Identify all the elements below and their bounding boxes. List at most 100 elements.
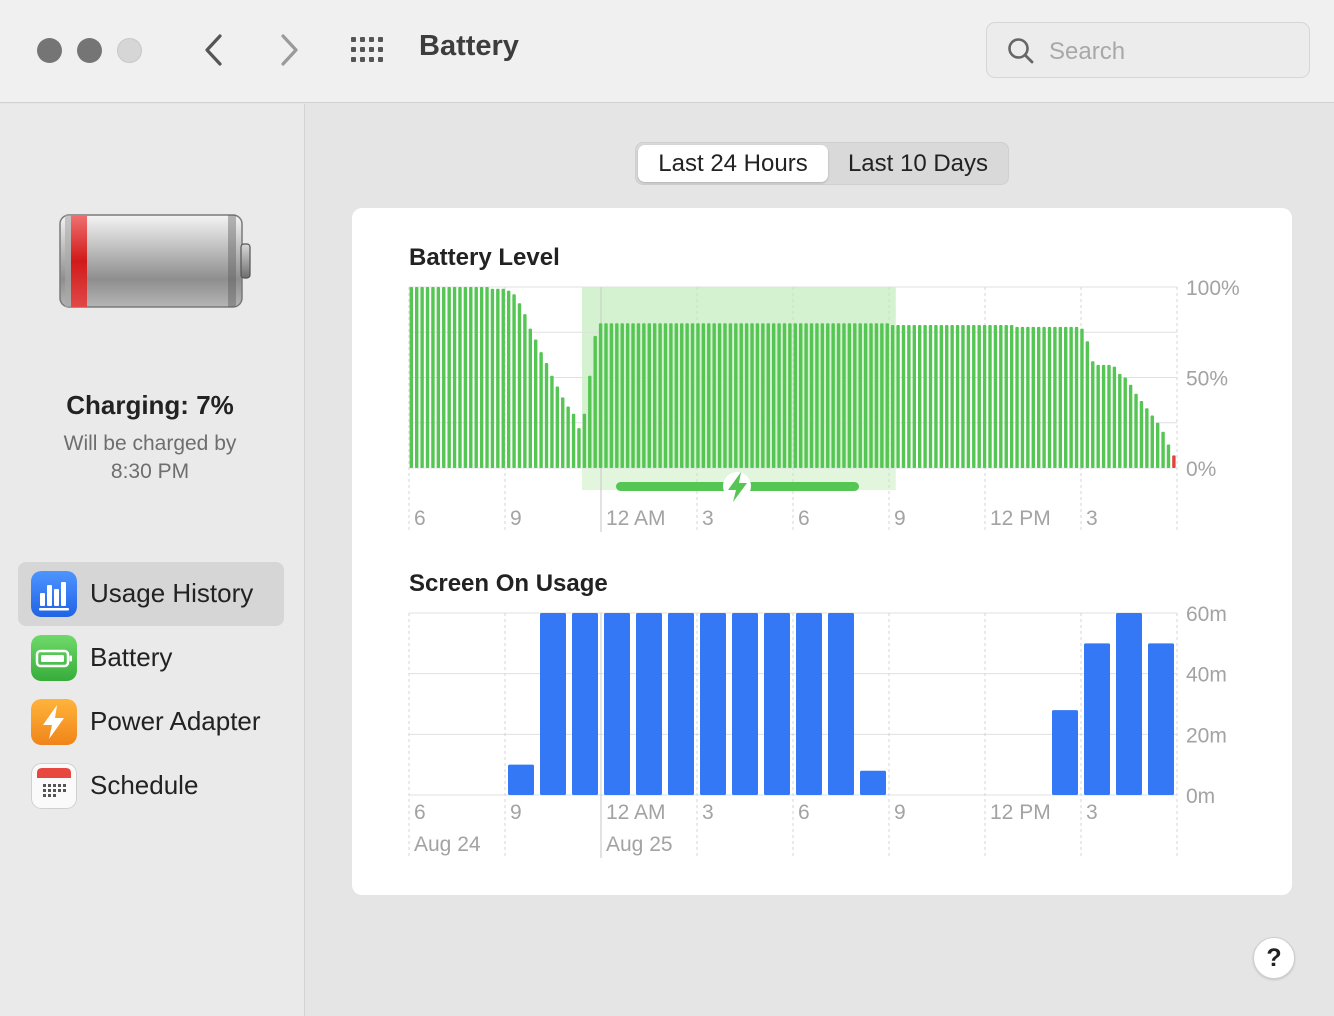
screen-usage-bar [604,613,630,795]
battery-level-bar [750,323,754,468]
battery-level-bar [631,323,635,468]
battery-level-bar [885,323,889,468]
battery-level-bar [604,323,608,468]
battery-level-bar [858,323,862,468]
battery-level-bar [880,323,884,468]
screen-usage-bar [1148,643,1174,795]
battery-level-bar [712,323,716,468]
battery-level-bar [1009,325,1014,468]
battery-level-bar [1053,326,1057,468]
usage-date-label: Aug 25 [606,833,673,856]
usage-x-tick-label: 12 AM [606,801,666,824]
battery-level-bar [609,323,614,468]
battery-level-bar [550,375,554,468]
screen-usage-bar [572,613,598,795]
battery-level-bar [474,287,478,468]
usage-y-tick-label: 20m [1186,724,1227,747]
battery-level-bar [804,323,808,468]
battery-level-bar [988,325,992,468]
battery-level-bar [874,323,879,468]
screen-usage-bar [1084,643,1110,795]
battery-level-bar [728,323,733,468]
battery-level-bar [571,413,576,468]
battery-level-bar [533,339,538,468]
battery-level-bar [647,323,651,468]
battery-level-bar [842,323,846,468]
battery-level-bar [669,323,673,468]
battery-level-bar [1004,325,1008,468]
battery-level-bar [761,323,765,468]
battery-level-bar [658,323,662,468]
battery-level-bar [615,323,619,468]
battery-level-bar [582,413,587,468]
battery-level-bar [928,325,933,468]
battery-level-bar [853,323,857,468]
battery-level-bar [771,323,776,468]
battery-level-bar [1172,455,1176,468]
battery-level-bar [501,288,505,468]
battery-level-bar [1112,366,1117,468]
battery-level-bar [1091,361,1095,468]
battery-level-bar [723,323,727,468]
battery-level-bar [788,323,792,468]
usage-x-tick-label: 9 [894,801,906,824]
battery-y-tick-label: 100% [1186,277,1240,300]
battery-level-bar [458,287,462,468]
usage-y-tick-label: 0m [1186,785,1215,808]
battery-level-bar [625,323,630,468]
screen-usage-bar [828,613,854,795]
battery-level-bar [896,325,900,468]
battery-level-bar [890,325,895,468]
battery-level-bar [598,323,603,468]
battery-level-bar [1020,326,1025,468]
battery-level-bar [999,325,1003,468]
battery-level-bar [517,303,522,468]
screen-usage-bar [668,613,694,795]
battery-level-bar [782,323,787,468]
screen-usage-bar [1052,710,1078,795]
battery-level-bar [1015,326,1019,468]
battery-x-tick-label: 3 [1086,507,1098,530]
battery-level-bar [831,323,835,468]
battery-y-tick-label: 50% [1186,368,1228,391]
battery-level-bar [496,288,500,468]
battery-level-bar [1069,326,1073,468]
battery-level-bar [420,287,424,468]
battery-level-bar [1042,326,1046,468]
battery-level-bar [847,323,852,468]
battery-y-tick-label: 0% [1186,458,1216,481]
battery-level-bar [415,287,419,468]
battery-level-bar [685,323,689,468]
battery-level-bar [1128,384,1133,468]
battery-level-bar [409,287,414,468]
battery-level-bar [431,287,435,468]
screen-usage-bar [860,770,886,795]
battery-level-bar [1166,444,1171,468]
help-button[interactable]: ? [1253,937,1295,979]
battery-level-bar [506,290,511,468]
screen-usage-bar [764,613,790,795]
usage-x-tick-label: 3 [1086,801,1098,824]
battery-level-bar [982,325,987,468]
battery-level-bar [739,323,743,468]
battery-level-bar [696,323,700,468]
battery-level-bar [755,323,760,468]
battery-level-bar [934,325,938,468]
battery-level-bar [469,287,473,468]
usage-x-tick-label: 3 [702,801,714,824]
battery-level-bar [1145,408,1149,468]
usage-x-tick-label: 12 PM [990,801,1051,824]
battery-level-bar [950,325,954,468]
battery-level-bar [436,287,441,468]
battery-level-bar [923,325,927,468]
screen-usage-bar [540,613,566,795]
battery-level-bar [863,323,868,468]
screen-usage-bar [1116,613,1142,795]
battery-level-bar [1107,364,1111,468]
battery-level-bar [1150,415,1154,468]
battery-level-bar [917,325,922,468]
battery-level-bar [463,287,468,468]
battery-level-bar [799,323,803,468]
battery-level-bar [793,323,798,468]
battery-level-bar [1058,326,1063,468]
